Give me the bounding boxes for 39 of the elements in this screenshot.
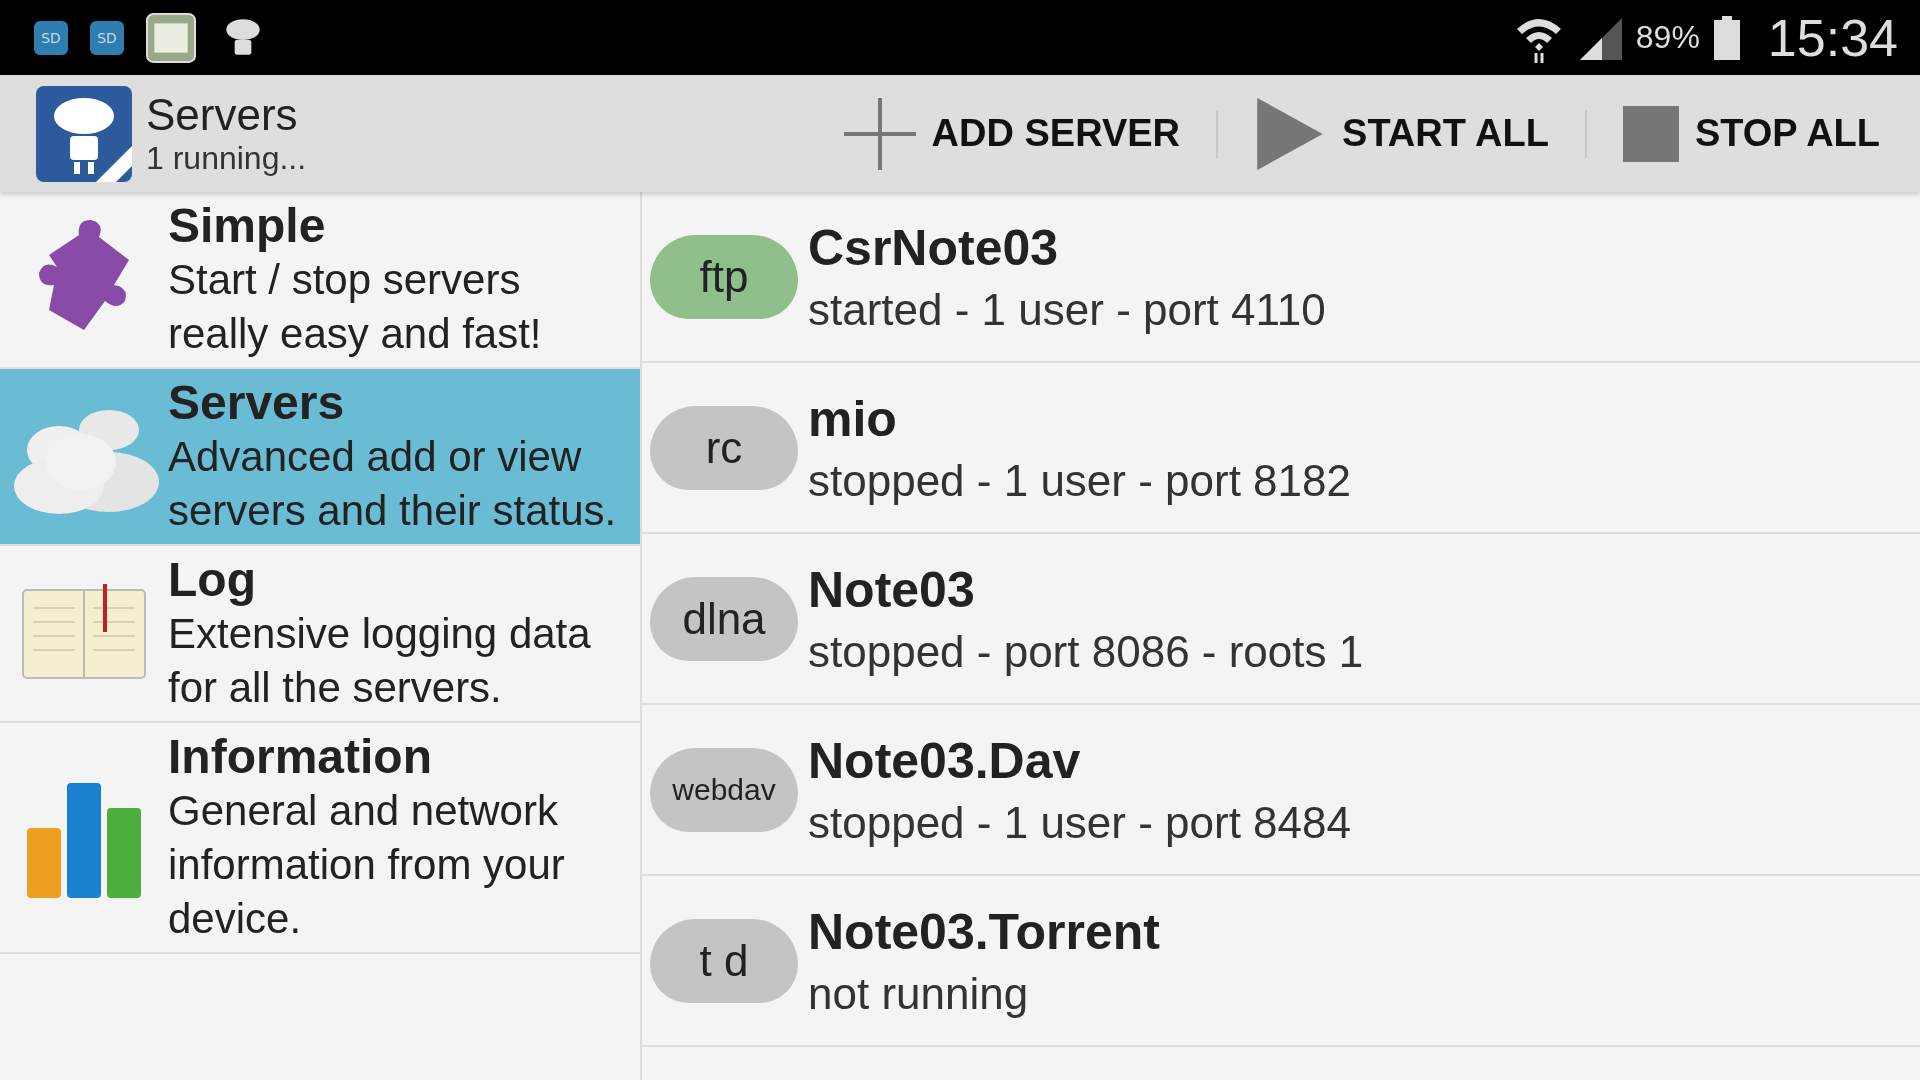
sd-card-icon: SD [34, 20, 68, 55]
server-type-badge: webdav [650, 747, 798, 832]
nav-item[interactable]: Information General and network information from your device. [0, 723, 640, 954]
server-name: mio [808, 389, 898, 448]
nav-item[interactable]: Servers Advanced add or view servers and their status. [0, 369, 640, 546]
plus-icon [843, 97, 916, 170]
app-logo-icon [36, 85, 132, 182]
server-type-badge: rc [650, 405, 798, 490]
action-button[interactable]: ADD SERVER [823, 83, 1201, 184]
server-type-badge: dlna [650, 576, 798, 661]
action-button[interactable]: START ALL [1234, 83, 1569, 184]
nav-item-description: Extensive logging data for all the servers. [168, 609, 592, 713]
screen-title: Servers [146, 90, 299, 140]
nav-item-description: General and network information from your device. [168, 786, 566, 944]
nav-item-description: Start / stop servers really easy and fast! [168, 255, 543, 359]
nav-item[interactable]: Log Extensive logging data for all the servers. [0, 546, 640, 723]
server-name: CsrNote03 [808, 218, 1060, 277]
server-name: Note03 [808, 560, 976, 619]
stop-icon [1622, 105, 1679, 162]
screen-subtitle: 1 running... [146, 140, 307, 177]
battery-percent: 89% [1635, 19, 1700, 56]
battery-icon [1713, 15, 1740, 60]
server-name: Note03.Torrent [808, 902, 1160, 961]
server-status: stopped - 1 user - port 8182 [808, 455, 1351, 506]
clock: 15:34 [1767, 7, 1898, 68]
nav-item-title: Log [168, 552, 257, 607]
nav-item-description: Advanced add or view servers and their status. [168, 432, 618, 536]
server-status: stopped - port 8086 - roots 1 [808, 626, 1364, 677]
server-status: not running [808, 968, 1030, 1019]
server-status: started - 1 user - port 4110 [808, 284, 1326, 335]
server-type-badge: t d [650, 918, 798, 1003]
server-type-badge: ftp [650, 234, 798, 319]
nav-item-title: Simple [168, 198, 327, 253]
sd-card-icon: SD [90, 20, 124, 55]
nav-item-title: Information [168, 729, 433, 784]
server-name: Note03.Dav [808, 731, 1082, 790]
nav-item-title: Servers [168, 375, 346, 430]
action-button[interactable]: STOP ALL [1602, 83, 1900, 184]
server-status: stopped - 1 user - port 8484 [808, 797, 1351, 848]
